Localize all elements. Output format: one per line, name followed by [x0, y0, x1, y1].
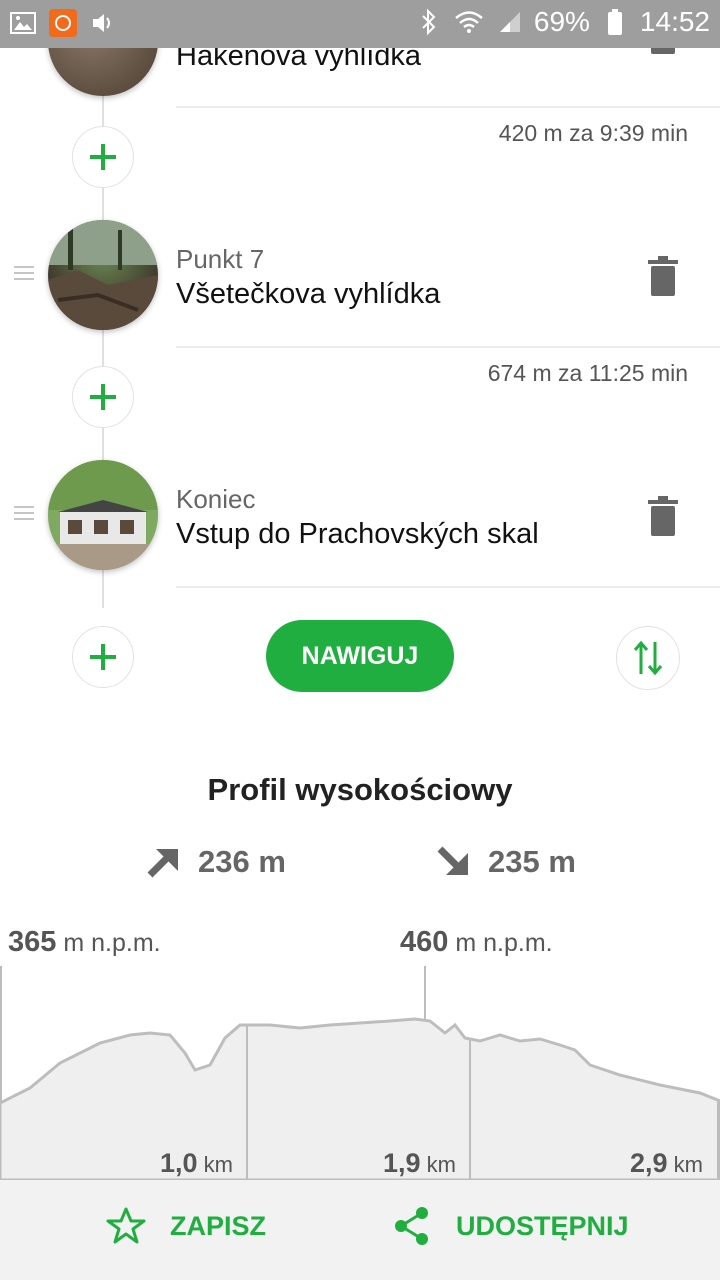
divider [176, 106, 720, 108]
signal-icon [494, 7, 524, 37]
navigate-button[interactable]: NAWIGUJ [266, 620, 454, 692]
km-value: 1,9 [383, 1148, 421, 1178]
route-content[interactable]: Hakenova vyhlídka 420 m za 9:39 min Punk… [0, 48, 720, 1180]
swap-arrows-icon [633, 640, 663, 676]
point-name: Vstup do Prachovských skal [176, 518, 539, 550]
app-notification-icon [48, 8, 78, 38]
km-unit: km [203, 1152, 233, 1177]
add-waypoint-button[interactable] [72, 126, 134, 188]
save-label: ZAPISZ [170, 1210, 267, 1241]
km-label: 2,9 km [630, 1148, 703, 1179]
battery-icon [600, 7, 630, 37]
segment-distance: 420 m za 9:39 min [498, 120, 688, 146]
profile-title: Profil wysokościowy [207, 772, 513, 807]
elevation-area [0, 1017, 720, 1180]
descent-stat: 235 m [436, 844, 576, 880]
share-icon [395, 1207, 428, 1245]
bottom-action-bar: ZAPISZ UDOSTĘPNIJ [0, 1180, 720, 1280]
reverse-route-button[interactable] [616, 626, 680, 690]
gallery-icon [8, 8, 38, 38]
wifi-icon [454, 7, 484, 37]
km-unit: km [673, 1152, 703, 1177]
delete-point-button[interactable] [648, 48, 678, 54]
drag-handle-icon[interactable] [14, 266, 34, 282]
bluetooth-icon [414, 7, 444, 37]
divider [176, 586, 720, 588]
share-button[interactable]: UDOSTĘPNIJ [392, 1206, 629, 1246]
ascent-stat: 236 m [146, 844, 286, 880]
add-waypoint-button[interactable] [72, 626, 134, 688]
ascent-arrow-icon [147, 849, 178, 878]
km-label: 1,0 km [160, 1148, 233, 1179]
star-icon [106, 1207, 146, 1244]
share-label: UDOSTĘPNIJ [456, 1210, 629, 1241]
point-photo[interactable] [48, 460, 158, 570]
delete-point-button[interactable] [648, 256, 678, 296]
point-label: Koniec [176, 484, 256, 514]
descent-value: 235 m [488, 844, 576, 879]
km-value: 2,9 [630, 1148, 668, 1178]
drag-handle-icon[interactable] [14, 506, 34, 522]
volume-icon [88, 8, 118, 38]
km-value: 1,0 [160, 1148, 198, 1178]
status-bar: 69% 14:52 [0, 0, 720, 48]
point-name: Hakenova vyhlídka [176, 48, 422, 72]
km-unit: km [426, 1152, 456, 1177]
point-label: Punkt 7 [176, 244, 265, 274]
save-button[interactable]: ZAPISZ [106, 1206, 266, 1246]
descent-arrow-icon [437, 846, 468, 875]
clock: 14:52 [639, 6, 710, 37]
ascent-value: 236 m [198, 844, 286, 879]
delete-point-button[interactable] [648, 496, 678, 536]
battery-percent: 69% [533, 6, 590, 37]
elevation-profile-chart[interactable] [0, 953, 720, 1180]
point-name: Všetečkova vyhlídka [176, 278, 441, 310]
divider [176, 346, 720, 348]
km-label: 1,9 km [383, 1148, 456, 1179]
add-waypoint-button[interactable] [72, 366, 134, 428]
point-photo[interactable] [48, 220, 158, 330]
point-photo[interactable] [48, 48, 158, 96]
segment-distance: 674 m za 11:25 min [487, 360, 688, 386]
